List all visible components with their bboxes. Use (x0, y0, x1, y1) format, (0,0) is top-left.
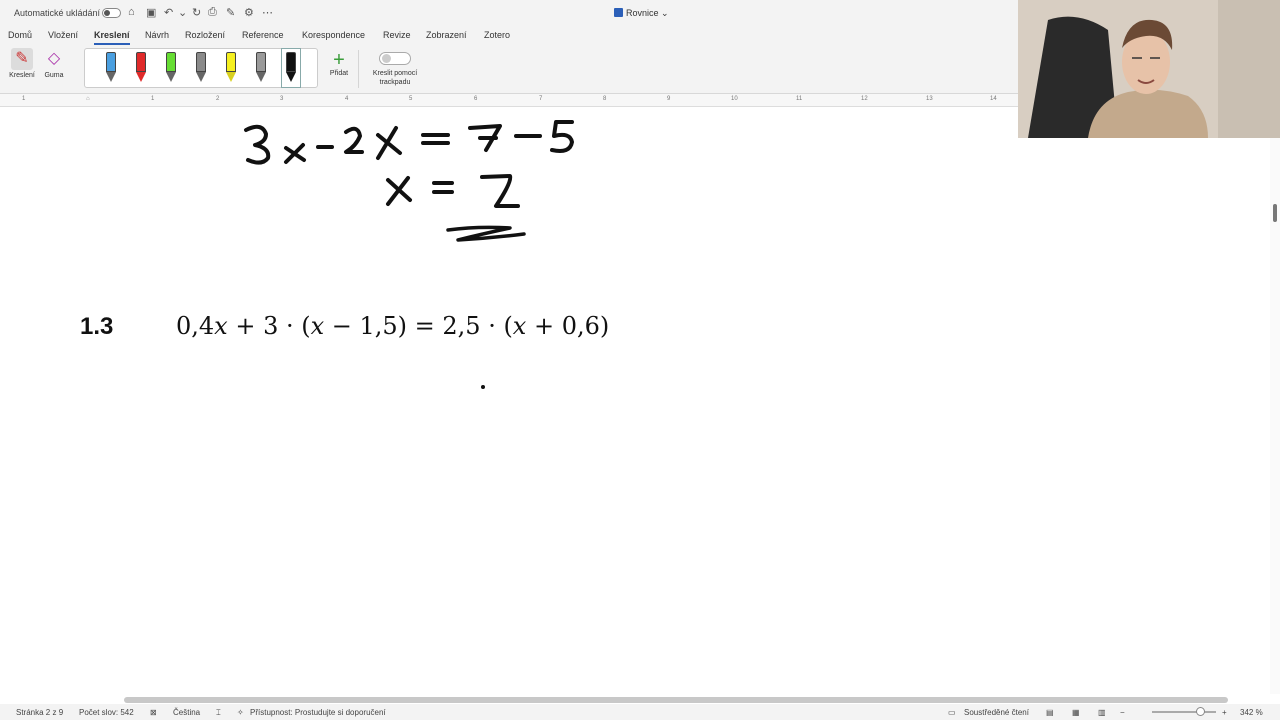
zoom-in-icon[interactable]: + (1222, 708, 1227, 717)
accessibility-icon[interactable]: ✧ (237, 708, 244, 717)
equation[interactable]: 0,4𝑥 + 3 · (𝑥 − 1,5) = 2,5 · (𝑥 + 0,6) (176, 312, 609, 340)
trackpad-label: Kreslit pomocí trackpadu (372, 70, 418, 86)
ruler-number: 14 (990, 96, 997, 102)
zoom-level[interactable]: 342 % (1240, 708, 1263, 717)
gray-pen[interactable] (195, 52, 207, 84)
scroll-thumb[interactable] (1273, 204, 1277, 222)
draw-pen-icon[interactable]: ✎ (226, 6, 235, 19)
handwritten-ink (244, 120, 574, 242)
blue-pen[interactable] (105, 52, 117, 84)
ruler-number: 1 (22, 96, 26, 102)
tab-review[interactable]: Revize (383, 30, 411, 40)
tab-view[interactable]: Zobrazení (426, 30, 467, 40)
word-count[interactable]: Počet slov: 542 (79, 708, 134, 717)
ruler-number: 8 (603, 96, 607, 102)
tab-zotero[interactable]: Zotero (484, 30, 510, 40)
accessibility-status[interactable]: Přístupnost: Prostudujte si doporučení (250, 708, 386, 717)
ruler-number: 10 (731, 96, 738, 102)
word-doc-icon (614, 8, 623, 17)
web-layout-icon[interactable]: ▦ (1072, 708, 1080, 717)
proofing-icon[interactable]: ⊠ (150, 708, 157, 717)
ribbon-separator (358, 50, 359, 88)
document-title-text: Rovnice (626, 8, 659, 18)
tab-draw[interactable]: Kreslení (94, 30, 130, 45)
add-pen-button[interactable]: + Přidat (324, 50, 354, 77)
ink-dot (481, 385, 485, 389)
webcam-overlay (1018, 0, 1280, 138)
ruler-number: 6 (474, 96, 478, 102)
customize-icon[interactable]: ⚙ (244, 6, 254, 19)
language[interactable]: Čeština (173, 708, 200, 717)
page-counter[interactable]: Stránka 2 z 9 (16, 708, 63, 717)
eraser-label: Guma (44, 72, 64, 79)
zoom-slider-knob[interactable] (1196, 707, 1205, 716)
zoom-out-icon[interactable]: − (1120, 708, 1125, 717)
zoom-slider[interactable] (1152, 711, 1216, 713)
draw-tool-label: Kreslení (9, 72, 35, 79)
save-icon[interactable]: ▣ (146, 6, 156, 19)
focus-icon[interactable]: ▭ (948, 708, 956, 717)
tab-insert[interactable]: Vložení (48, 30, 78, 40)
text-predictions-icon[interactable]: ⌶ (216, 708, 221, 718)
yellow-highlighter[interactable] (225, 52, 237, 84)
person-video-icon (1018, 0, 1280, 138)
trackpad-draw-toggle[interactable]: Kreslit pomocí trackpadu (368, 52, 422, 87)
ruler-number: 1 (151, 96, 155, 102)
undo-icon[interactable]: ↶ (164, 6, 173, 19)
redo-icon[interactable]: ↻ (192, 6, 201, 19)
ruler-number: 2 (216, 96, 220, 102)
autosave-label: Automatické ukládání (14, 8, 101, 18)
indent-marker-icon[interactable]: ⌂ (86, 96, 90, 102)
print-layout-icon[interactable]: ▤ (1046, 708, 1054, 717)
tab-references[interactable]: Reference (242, 30, 284, 40)
read-mode-icon[interactable]: ▥ (1098, 708, 1106, 717)
ruler-number: 4 (345, 96, 349, 102)
print-icon[interactable]: ⎙ (208, 6, 217, 19)
eraser-button[interactable]: ◇ Guma (34, 48, 74, 79)
more-icon[interactable]: ⋯ (262, 6, 273, 19)
red-pen[interactable] (135, 52, 147, 84)
trackpad-switch[interactable] (379, 52, 411, 65)
gray-pencil[interactable] (255, 52, 267, 84)
vertical-scrollbar[interactable] (1270, 108, 1280, 694)
eraser-icon: ◇ (47, 50, 61, 67)
ruler-number: 7 (539, 96, 543, 102)
tab-design[interactable]: Návrh (145, 30, 169, 40)
add-pen-label: Přidat (329, 70, 349, 77)
ruler-number: 11 (796, 96, 803, 102)
tab-layout[interactable]: Rozložení (185, 30, 225, 40)
status-bar: Stránka 2 z 9 Počet slov: 542 ⊠ Čeština … (0, 704, 1280, 720)
draw-pencil-icon: ✎ (11, 48, 33, 70)
plus-icon: + (333, 49, 345, 71)
ruler-number: 3 (280, 96, 284, 102)
ruler-number: 5 (409, 96, 413, 102)
pen-gallery (84, 48, 318, 88)
ruler-number: 9 (667, 96, 671, 102)
green-pen[interactable] (165, 52, 177, 84)
ruler-number: 13 (926, 96, 933, 102)
focus-mode[interactable]: Soustředěné čtení (964, 708, 1029, 717)
horizontal-scrollbar[interactable] (124, 697, 1228, 703)
black-pen[interactable] (281, 48, 301, 88)
ruler-number: 12 (861, 96, 868, 102)
autosave-toggle[interactable] (102, 8, 121, 18)
home-icon[interactable]: ⌂ (128, 6, 135, 18)
exercise-number: 1.3 (80, 313, 114, 340)
chevron-down-icon[interactable]: ⌄ (178, 6, 187, 19)
document-title[interactable]: Rovnice ⌄ (614, 8, 669, 19)
tab-mailings[interactable]: Korespondence (302, 30, 365, 40)
tab-home[interactable]: Domů (8, 30, 32, 40)
